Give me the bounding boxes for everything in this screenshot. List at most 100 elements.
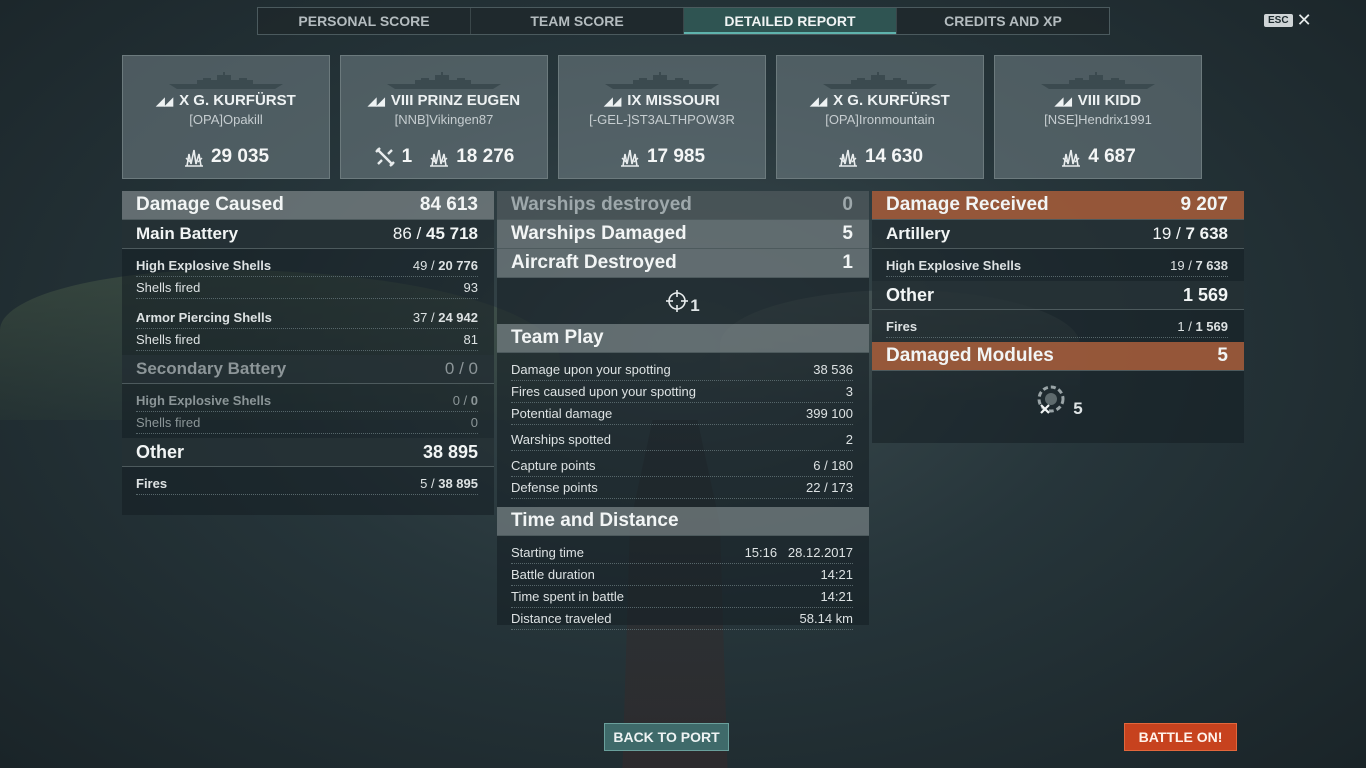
row-value: 93 [463, 280, 478, 295]
received-other-header: Other 1 569 [872, 281, 1244, 310]
secondary-battery-header: Secondary Battery 0 / 0 [122, 355, 494, 384]
damage-caused-value: 84 613 [419, 194, 478, 215]
main-battery-value: 86 / 45 718 [392, 224, 478, 243]
battleship-icon [605, 72, 719, 89]
secondary-battery-value: 0 / 0 [444, 359, 478, 378]
row-label: Shells fired [136, 415, 201, 430]
ship-name-text: X G. KURFÜRST [179, 92, 296, 109]
other-damage-value: 38 895 [422, 441, 478, 462]
main-battery-rows: High Explosive Shells 49 / 20 776 Shells… [122, 249, 494, 355]
damage-caused-header: Damage Caused 84 613 [122, 191, 494, 220]
row-label: Armor Piercing Shells [136, 310, 272, 325]
back-to-port-button[interactable]: BACK TO PORT [604, 723, 729, 751]
player-card: ◢◢ VIII KIDD [NSE]Hendrix1991 4 687 [994, 55, 1202, 179]
row-value: 81 [463, 332, 478, 347]
ship-name: ◢◢ IX MISSOURI [559, 92, 765, 109]
ship-class-icon: ◢◢ [604, 96, 622, 108]
other-damage-header: Other 38 895 [122, 438, 494, 467]
warships-damaged-value: 5 [842, 223, 853, 244]
other-damage-rows: Fires 5 / 38 895 [122, 467, 494, 499]
warships-damaged-label: Warships Damaged [511, 223, 687, 244]
player-score: 17 985 [559, 146, 765, 168]
destroyer-icon [1041, 72, 1155, 89]
team-play-header: Team Play [497, 324, 869, 353]
tab-credits-and-xp[interactable]: CREDITS AND XP [897, 8, 1109, 34]
player-card: ◢◢ VIII PRINZ EUGEN [NNB]Vikingen87 1 18 … [340, 55, 548, 179]
warships-damaged-header: Warships Damaged 5 [497, 220, 869, 249]
damage-received-value: 9 207 [1180, 194, 1228, 215]
damaged-modules-header: Damaged Modules 5 [872, 342, 1244, 371]
damage-dealt: 17 985 [646, 146, 706, 167]
ship-name: ◢◢ X G. KURFÜRST [777, 92, 983, 109]
artillery-rows: High Explosive Shells 19 / 7 638 [872, 249, 1244, 281]
aircraft-destroyed-label: Aircraft Destroyed [511, 252, 677, 273]
player-name: [NNB]Vikingen87 [394, 112, 494, 127]
ship-name: ◢◢ VIII PRINZ EUGEN [341, 92, 547, 109]
ship-name-text: X G. KURFÜRST [833, 92, 950, 109]
damage-caused-label: Damage Caused [136, 194, 284, 215]
center-stats-panel: Warships destroyed 0 Warships Damaged 5 … [497, 191, 869, 630]
player-card: ◢◢ IX MISSOURI [-GEL-]ST3ALTHPOW3R 17 985 [558, 55, 766, 179]
damage-dealt: 18 276 [456, 146, 515, 167]
battleship-icon [169, 72, 283, 89]
row-label: Fires [136, 476, 168, 491]
row-label: High Explosive Shells [136, 393, 272, 408]
row-label: High Explosive Shells [136, 258, 272, 273]
main-battery-header: Main Battery 86 / 45 718 [122, 220, 494, 249]
row-value: 1 / 1 569 [1177, 319, 1228, 334]
tab-team-score[interactable]: TEAM SCORE [471, 8, 684, 34]
damage-received-panel: Damage Received 9 207 Artillery 19 / 7 6… [872, 191, 1244, 443]
list-item: High Explosive Shells 19 / 7 638 [886, 255, 1228, 277]
list-item: Fires 1 / 1 569 [886, 316, 1228, 338]
player-card: ◢◢ X G. KURFÜRST [OPA]Ironmountain 14 630 [776, 55, 984, 179]
list-item: Capture points 6 / 180 [511, 455, 853, 477]
damaged-module-icon [1037, 385, 1065, 414]
damage-burst-icon [1062, 149, 1081, 167]
list-item: Warships spotted 2 [511, 429, 853, 451]
other-damage-label: Other [136, 441, 185, 462]
received-other-value: 1 569 [1182, 284, 1228, 305]
player-name: [OPA]Ironmountain [825, 112, 935, 127]
player-name: [-GEL-]ST3ALTHPOW3R [589, 112, 735, 127]
team-play-rows: Damage upon your spotting 38 536 Fires ca… [497, 353, 869, 503]
damaged-modules-label: Damaged Modules [886, 345, 1054, 366]
list-item: High Explosive Shells 0 / 0 [136, 390, 478, 412]
close-button[interactable]: ESC ✕ [1264, 11, 1312, 29]
ship-class-icon: ◢◢ [367, 96, 385, 108]
row-label: Shells fired [136, 332, 201, 347]
artillery-value: 19 / 7 638 [1152, 224, 1228, 243]
damage-caused-panel: Damage Caused 84 613 Main Battery 86 / 4… [122, 191, 494, 515]
tab-personal-score[interactable]: PERSONAL SCORE [258, 8, 471, 34]
aircraft-destroyed-value: 1 [842, 252, 853, 273]
row-label: High Explosive Shells [886, 258, 1022, 273]
battle-on-button[interactable]: BATTLE ON! [1124, 723, 1237, 751]
damage-dealt: 14 630 [864, 146, 924, 167]
tab-detailed-report[interactable]: DETAILED REPORT [684, 8, 897, 34]
row-value: 5 / 38 895 [420, 476, 478, 491]
report-tabs: PERSONAL SCORE TEAM SCORE DETAILED REPOR… [257, 7, 1110, 35]
list-item: Fires caused upon your spotting 3 [511, 381, 853, 403]
ship-class-icon: ◢◢ [156, 96, 174, 108]
ship-name-text: VIII PRINZ EUGEN [390, 92, 521, 109]
aircraft-ribbon-count: 1 [690, 296, 700, 315]
time-distance-label: Time and Distance [511, 510, 679, 531]
damage-received-header: Damage Received 9 207 [872, 191, 1244, 220]
player-score: 1 18 276 [341, 146, 547, 168]
list-item: Starting time 15:16 28.12.2017 [511, 542, 853, 564]
list-item: Time spent in battle 14:21 [511, 586, 853, 608]
main-battery-hits: 86 [392, 224, 412, 243]
warships-destroyed-header: Warships destroyed 0 [497, 191, 869, 220]
battleship-icon [823, 72, 937, 89]
damage-burst-icon [838, 149, 857, 167]
row-label: Fires [886, 319, 918, 334]
list-item: Shells fired 0 [136, 412, 478, 434]
warships-destroyed-label: Warships destroyed [511, 194, 692, 215]
team-play-label: Team Play [511, 327, 604, 348]
list-item: Fires 5 / 38 895 [136, 473, 478, 495]
row-value: 37 / 24 942 [412, 310, 478, 325]
damage-burst-icon [620, 149, 639, 167]
main-battery-damage: 45 718 [426, 224, 478, 243]
ship-name-text: VIII KIDD [1077, 92, 1142, 109]
ship-name: ◢◢ X G. KURFÜRST [123, 92, 329, 109]
player-score: 29 035 [123, 146, 329, 168]
